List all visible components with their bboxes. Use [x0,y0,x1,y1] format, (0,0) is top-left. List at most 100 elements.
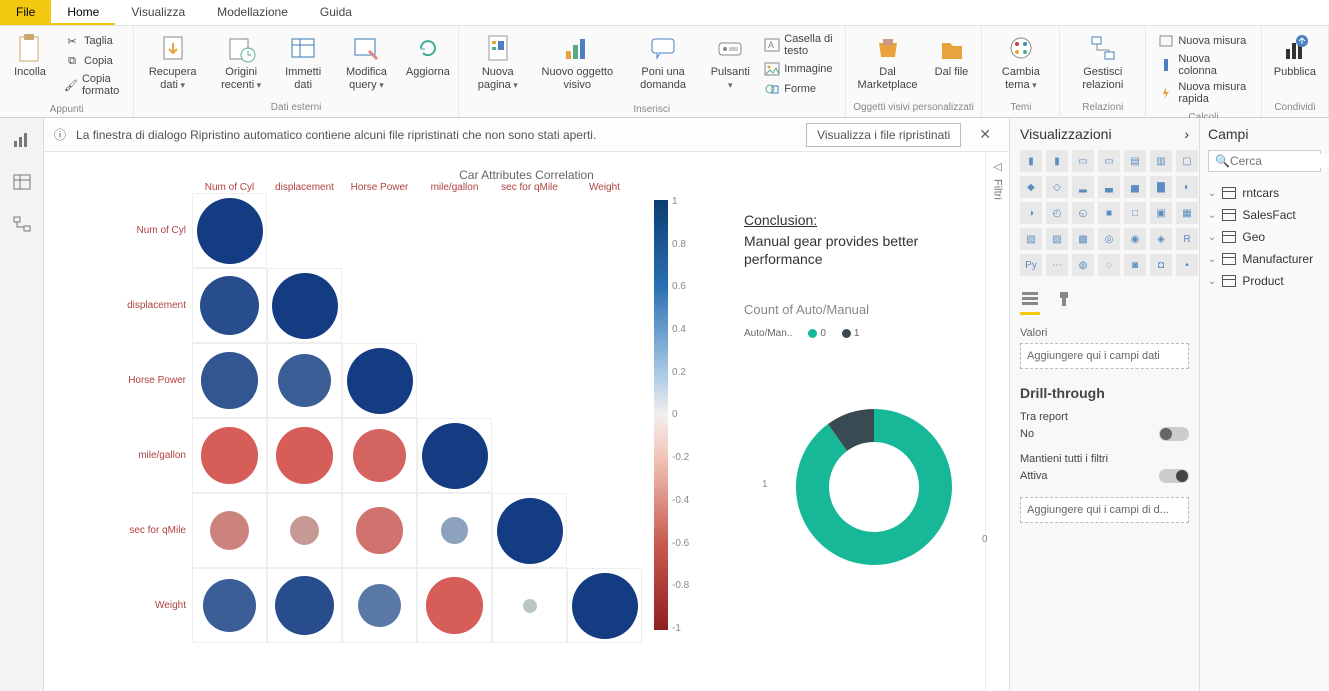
corr-col-headers: Num of Cyl displacement Horse Power mile… [192,182,642,193]
vis-type-icon[interactable]: ▥ [1150,150,1172,172]
tab-file[interactable]: File [0,0,51,25]
tab-view[interactable]: Visualizza [115,0,201,25]
field-table-item[interactable]: ⌄Geo [1208,226,1321,248]
vis-type-icon[interactable]: ▣ [1150,202,1172,224]
format-mode-icon[interactable] [1054,290,1074,315]
vis-type-icon[interactable]: ▧ [1020,228,1042,250]
vis-type-icon[interactable]: ◈ [1150,228,1172,250]
close-infobar-button[interactable]: ✕ [971,122,999,147]
new-page-button[interactable]: Nuova pagina [465,28,531,95]
autosave-info-bar: ⓘ La finestra di dialogo Ripristino auto… [44,118,1009,152]
new-measure-button[interactable]: Nuova misura [1154,32,1252,50]
fields-search[interactable]: 🔍 [1208,150,1321,172]
vis-type-icon[interactable]: ▇ [1150,176,1172,198]
cut-button[interactable]: ✂Taglia [60,32,125,50]
vis-type-icon[interactable]: ◇ [1046,176,1068,198]
model-view-icon[interactable] [6,210,38,238]
format-painter-button[interactable]: 🖌Copia formato [60,72,125,98]
fields-pane: Campi 🔍 ⌄rntcars⌄SalesFact⌄Geo⌄Manufactu… [1199,118,1329,691]
cross-report-toggle[interactable] [1159,427,1189,441]
vis-type-icon[interactable]: ▨ [1046,228,1068,250]
recent-sources-button[interactable]: Origini recenti [209,28,273,95]
vis-type-icon[interactable]: ▢ [1176,150,1198,172]
new-visual-button[interactable]: Nuovo oggetto visivo [535,28,620,95]
data-view-icon[interactable] [6,168,38,196]
vis-type-icon[interactable]: ◵ [1072,202,1094,224]
vis-type-icon[interactable]: ▩ [1072,228,1094,250]
publish-button[interactable]: Pubblica [1268,28,1322,83]
buttons-button[interactable]: Pulsanti [706,28,754,95]
ask-question-button[interactable]: Poni una domanda [624,28,702,95]
vis-type-icon[interactable]: ▂ [1072,176,1094,198]
vis-type-icon[interactable]: ▭ [1098,150,1120,172]
vis-type-icon[interactable]: ◑ [1020,202,1042,224]
vis-type-icon[interactable]: ◍ [1072,254,1094,276]
vis-type-icon[interactable]: ◆ [1020,176,1042,198]
vis-type-icon[interactable]: ◴ [1046,202,1068,224]
fields-search-input[interactable] [1230,154,1329,168]
vis-type-icon[interactable]: ◐ [1176,176,1198,198]
from-marketplace-button[interactable]: Dal Marketplace [852,28,924,95]
field-table-item[interactable]: ⌄Manufacturer [1208,248,1321,270]
tab-home[interactable]: Home [51,0,115,25]
chevron-down-icon: ⌄ [1208,232,1216,243]
field-table-item[interactable]: ⌄SalesFact [1208,204,1321,226]
report-canvas[interactable]: ◁ Filtri Car Attributes Correlation Num … [44,152,1009,691]
vis-type-icon[interactable]: Py [1020,254,1042,276]
shapes-button[interactable]: Forme [760,80,836,98]
vis-type-icon[interactable]: ▤ [1124,150,1146,172]
manage-relations-button[interactable]: Gestisci relazioni [1066,28,1139,95]
tab-model[interactable]: Modellazione [201,0,304,25]
conclusion-textbox[interactable]: Conclusion: Manual gear provides better … [744,212,974,268]
vis-type-icon[interactable]: ⋯ [1046,254,1068,276]
paste-label: Incolla [14,66,46,79]
expand-filters-icon[interactable]: ◁ [993,160,1001,173]
donut-title: Count of Auto/Manual [744,302,869,317]
vis-type-icon[interactable]: ▃ [1098,176,1120,198]
drillthrough-drop-target[interactable]: Aggiungere qui i campi di d... [1020,497,1189,523]
fields-mode-icon[interactable] [1020,290,1040,315]
tab-help[interactable]: Guida [304,0,368,25]
correlation-matrix-visual[interactable]: Num of Cyl displacement Horse Power mile… [104,182,642,643]
vis-type-icon[interactable]: ◉ [1124,228,1146,250]
view-restored-files-button[interactable]: Visualizza i file ripristinati [806,123,961,147]
colorbar-ticks: 10.80.60.40.20-0.2-0.4-0.6-0.8-1 [672,196,689,634]
switch-theme-button[interactable]: Cambia tema [988,28,1053,95]
image-button[interactable]: Immagine [760,60,836,78]
field-table-item[interactable]: ⌄Product [1208,270,1321,292]
values-drop-target[interactable]: Aggiungere qui i campi dati [1020,343,1189,369]
donut-legend: Auto/Man.. 0 1 [744,328,859,339]
vis-type-icon[interactable]: ▅ [1124,176,1146,198]
vis-type-icon[interactable]: ▦ [1176,202,1198,224]
vis-type-icon[interactable]: R [1176,228,1198,250]
drillthrough-header: Drill-through [1020,385,1189,401]
vis-type-icon[interactable]: ▪ [1176,254,1198,276]
new-quick-measure-button[interactable]: Nuova misura rapida [1154,80,1252,106]
collapse-vis-pane-icon[interactable]: › [1184,126,1189,142]
get-data-button[interactable]: Recupera dati [140,28,205,95]
enter-data-button[interactable]: Immetti dati [277,28,329,95]
copy-button[interactable]: ⧉Copia [60,52,125,70]
donut-chart-visual[interactable]: 1 0 [754,382,994,592]
vis-type-icon[interactable]: ▭ [1072,150,1094,172]
new-column-button[interactable]: Nuova colonna [1154,52,1252,78]
vis-type-icon[interactable]: ▮ [1020,150,1042,172]
colorbar [654,200,668,630]
vis-type-icon[interactable]: □ [1124,202,1146,224]
vis-type-icon[interactable]: ◎ [1098,228,1120,250]
textbox-button[interactable]: ACasella di testo [760,32,836,58]
vis-type-icon[interactable]: ■ [1098,202,1120,224]
field-table-item[interactable]: ⌄rntcars [1208,182,1321,204]
vis-type-icon[interactable]: ◙ [1124,254,1146,276]
paste-button[interactable]: Incolla [6,28,54,83]
visualization-gallery: ▮▮▭▭▤▥▢◆◇▂▃▅▇◐◑◴◵■□▣▦▧▨▩◎◉◈RPy⋯◍◌◙◘▪ [1020,150,1189,276]
refresh-button[interactable]: Aggiorna [404,28,452,83]
vis-type-icon[interactable]: ▮ [1046,150,1068,172]
vis-type-icon[interactable]: ◌ [1098,254,1120,276]
keep-filters-toggle[interactable] [1159,469,1189,483]
vis-type-icon[interactable]: ◘ [1150,254,1172,276]
report-view-icon[interactable] [6,126,38,154]
vis-pane-title: Visualizzazioni [1020,126,1112,142]
edit-queries-button[interactable]: Modifica query [333,28,400,95]
from-file-button[interactable]: Dal file [927,28,975,83]
